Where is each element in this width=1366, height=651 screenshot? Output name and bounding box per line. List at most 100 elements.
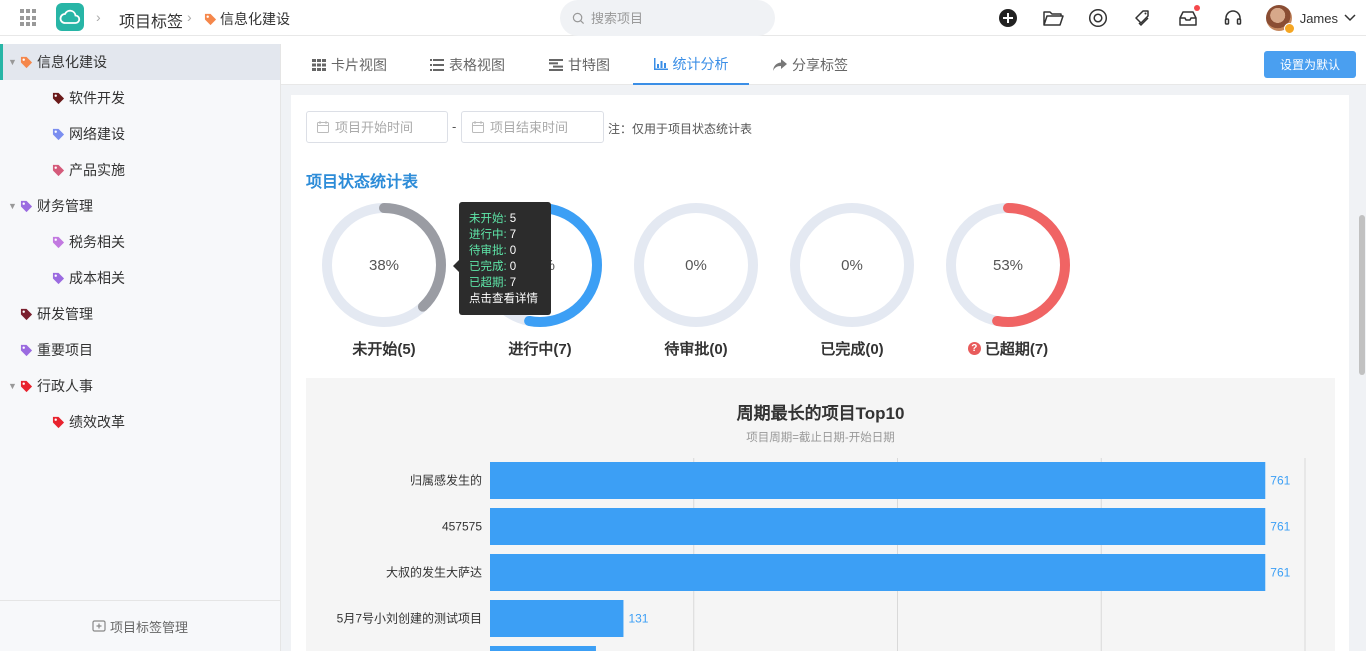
tooltip-row: 已完成: 0	[469, 259, 541, 275]
tag-icon	[20, 56, 33, 68]
tag-icon	[20, 380, 33, 392]
tooltip-key: 未开始:	[469, 213, 507, 225]
start-date-input[interactable]	[335, 119, 435, 135]
folder-icon[interactable]	[1042, 7, 1064, 29]
breadcrumb-current-tag: 信息化建设	[204, 9, 290, 29]
app-grid-icon[interactable]	[20, 9, 38, 27]
sidebar: ▼ 信息化建设 软件开发 网络建设 产品实施 ▼ 财务管理 税务相关 成本相关 研发管理 重要项目 ▼…	[0, 44, 281, 651]
donut-label[interactable]: ? 已超期(7)	[943, 338, 1073, 359]
tag-management-label: 项目标签管理	[109, 619, 188, 635]
tooltip-footer[interactable]: 点击查看详情	[469, 291, 541, 307]
tab-label: 甘特图	[568, 56, 610, 73]
list-icon	[430, 58, 444, 71]
chevron-down-icon[interactable]	[1344, 14, 1356, 22]
tag-icon	[20, 200, 33, 212]
user-name[interactable]: James	[1300, 11, 1338, 26]
caret-down-icon[interactable]: ▼	[8, 57, 17, 67]
chart-value-label: 131	[628, 612, 648, 626]
sidebar-item[interactable]: 绩效改革	[0, 404, 280, 440]
calendar-icon	[472, 121, 484, 133]
tab-statistics[interactable]: 统计分析	[633, 44, 749, 85]
grid-icon	[312, 58, 326, 71]
chart-bar[interactable]	[490, 508, 1266, 545]
help-ring-icon[interactable]	[1087, 7, 1109, 29]
chart-bar[interactable]	[490, 646, 596, 651]
view-tabs: 卡片视图 表格视图 甘特图 统计分析 分享标签	[281, 44, 1366, 85]
sidebar-item-label: 绩效改革	[69, 414, 125, 430]
end-date-field[interactable]	[461, 111, 604, 143]
status-donut[interactable]: 0%	[787, 200, 917, 330]
donut-percent: 53%	[993, 257, 1023, 274]
chart-bar[interactable]	[490, 554, 1266, 591]
sidebar-item[interactable]: ▼ 信息化建设	[0, 44, 280, 80]
tag-icon	[52, 128, 65, 140]
sidebar-item-label: 税务相关	[69, 234, 125, 250]
tag-icon	[52, 92, 65, 104]
donut-label[interactable]: 已完成(0)	[787, 338, 917, 359]
caret-down-icon[interactable]: ▼	[8, 201, 17, 211]
inbox-icon[interactable]	[1177, 5, 1200, 29]
sidebar-item-label: 财务管理	[37, 198, 93, 214]
tab-gantt[interactable]: 甘特图	[549, 44, 610, 85]
donut-label[interactable]: 未开始(5)	[319, 338, 449, 359]
share-icon	[773, 58, 787, 71]
set-default-button[interactable]: 设置为默认	[1264, 51, 1356, 78]
avatar[interactable]	[1265, 5, 1295, 34]
tag-management-button[interactable]: 项目标签管理	[0, 600, 280, 651]
sidebar-item-label: 产品实施	[69, 162, 125, 178]
tooltip-row: 已超期: 7	[469, 275, 541, 291]
sidebar-item[interactable]: ▼ 财务管理	[0, 188, 280, 224]
help-icon[interactable]: ?	[967, 342, 981, 355]
status-donut[interactable]: 0%	[631, 200, 761, 330]
chart-bar[interactable]	[490, 600, 624, 637]
status-tooltip: 未开始: 5 进行中: 7 待审批: 0 已完成: 0 已超期: 7 点击查看详情	[453, 202, 551, 315]
caret-down-icon[interactable]: ▼	[8, 381, 17, 391]
tooltip-row: 未开始: 5	[469, 211, 541, 227]
sidebar-item[interactable]: 研发管理	[0, 296, 280, 332]
tab-table-view[interactable]: 表格视图	[430, 44, 505, 85]
tooltip-value: 7	[509, 229, 517, 241]
search-input[interactable]	[591, 10, 761, 26]
top-actions: James	[974, 0, 1366, 36]
status-donut[interactable]: 38%	[319, 200, 449, 330]
app-logo[interactable]	[56, 3, 84, 31]
sidebar-item-label: 网络建设	[69, 126, 125, 142]
status-donut[interactable]: 53%	[943, 200, 1073, 330]
scrollbar[interactable]	[1358, 85, 1366, 651]
tooltip-key: 进行中:	[469, 229, 507, 241]
sidebar-item[interactable]: 软件开发	[0, 80, 280, 116]
top10-bar-chart: 归属感发生的 761 457575 761 大叔的发生大萨达 761 5月7号小刘创建的测试…	[337, 458, 1306, 651]
sidebar-item[interactable]: ▼ 行政人事	[0, 368, 280, 404]
tag-icon	[52, 236, 65, 248]
chart-value-label: 761	[1270, 520, 1290, 534]
sidebar-item-label: 成本相关	[69, 270, 125, 286]
bar-chart-icon	[653, 57, 668, 70]
scroll-thumb[interactable]	[1359, 215, 1365, 375]
sidebar-item-label: 信息化建设	[37, 54, 107, 70]
status-section-title: 项目状态统计表	[306, 174, 419, 191]
tooltip-key: 已超期:	[469, 277, 507, 289]
tab-card-view[interactable]: 卡片视图	[312, 44, 387, 85]
vip-badge-icon	[1283, 23, 1295, 34]
tag-icon	[20, 344, 33, 356]
donut-label[interactable]: 待审批(0)	[631, 338, 761, 359]
sidebar-item[interactable]: 税务相关	[0, 224, 280, 260]
sidebar-item[interactable]: 成本相关	[0, 260, 280, 296]
tab-label: 分享标签	[792, 56, 848, 73]
chart-category-label: 457575	[442, 520, 482, 534]
breadcrumb-title[interactable]: 项目标签	[119, 8, 183, 32]
end-date-input[interactable]	[490, 119, 590, 135]
tab-label: 统计分析	[672, 55, 729, 72]
headset-icon[interactable]	[1222, 7, 1244, 29]
start-date-field[interactable]	[306, 111, 448, 143]
chart-bar[interactable]	[490, 462, 1266, 499]
search-box[interactable]	[560, 0, 775, 36]
add-box-icon	[92, 620, 106, 632]
sidebar-item[interactable]: 重要项目	[0, 332, 280, 368]
add-icon[interactable]	[997, 7, 1019, 29]
tab-share[interactable]: 分享标签	[773, 44, 848, 85]
sidebar-item[interactable]: 网络建设	[0, 116, 280, 152]
sidebar-item[interactable]: 产品实施	[0, 152, 280, 188]
tags-icon[interactable]	[1132, 7, 1154, 29]
donut-label[interactable]: 进行中(7)	[475, 338, 605, 359]
